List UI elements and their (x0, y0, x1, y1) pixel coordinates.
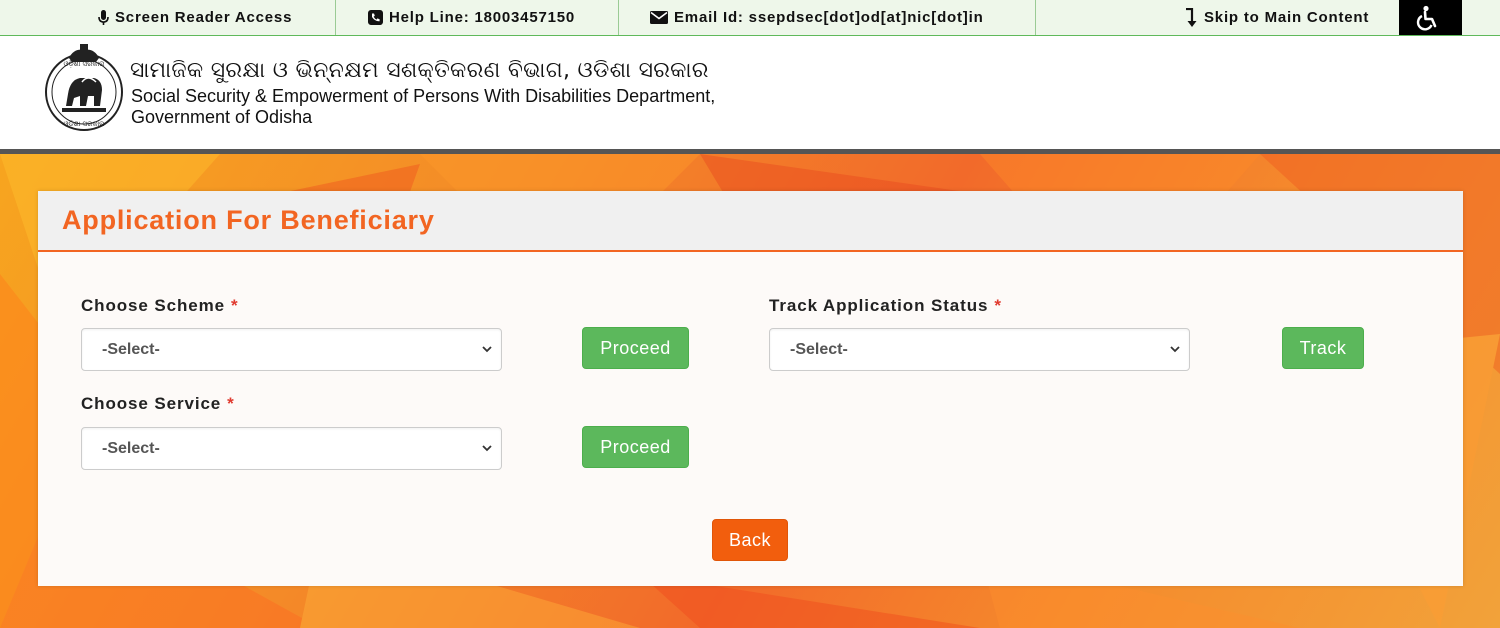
back-button[interactable]: Back (712, 519, 788, 561)
service-select[interactable]: -Select- (81, 427, 502, 470)
envelope-icon (650, 11, 668, 24)
down-arrow-icon (1186, 7, 1197, 27)
site-header: ଓଡ଼ିଶା ସରକାର ଓଡ଼ିଶା ସରକାର ସାମାଜିକ ସୁରକ୍ଷ… (0, 36, 1500, 150)
service-select-value: -Select- (102, 439, 160, 457)
track-status-select[interactable]: -Select- (769, 328, 1190, 371)
screen-reader-label: Screen Reader Access (115, 9, 293, 26)
choose-scheme-label: Choose Scheme * (81, 296, 239, 315)
odisha-emblem-logo: ଓଡ଼ିଶା ସରକାର ଓଡ଼ିଶା ସରକାର (44, 44, 124, 134)
emblem-top-text: ଓଡ଼ିଶା ସରକାର (64, 60, 106, 68)
department-title-english: Social Security & Empowerment of Persons… (131, 86, 716, 106)
helpline-label: Help Line: 18003457150 (389, 9, 576, 26)
page-title: Application For Beneficiary (62, 205, 435, 235)
wheelchair-icon (1416, 5, 1436, 30)
email-link[interactable]: Email Id: ssepdsec[dot]od[at]nic[dot]in (650, 0, 984, 35)
screen-reader-link[interactable]: Screen Reader Access (98, 0, 292, 35)
scheme-proceed-button[interactable]: Proceed (582, 327, 689, 369)
helpline-link[interactable]: Help Line: 18003457150 (368, 0, 575, 35)
choose-service-label: Choose Service * (81, 394, 235, 413)
phone-icon (368, 10, 383, 25)
skip-to-main-link[interactable]: Skip to Main Content (1184, 0, 1369, 35)
divider (335, 0, 336, 35)
chevron-down-icon (482, 445, 492, 452)
microphone-icon (98, 9, 109, 25)
divider (1035, 0, 1036, 35)
department-title-odia: ସାମାଜିକ ସୁରକ୍ଷା ଓ ଭିନ୍ନକ୍ଷମ ସଶକ୍ତିକରଣ ବି… (130, 58, 709, 83)
panel-header: Application For Beneficiary (38, 191, 1463, 252)
government-title: Government of Odisha (131, 107, 313, 127)
required-asterisk: * (227, 394, 235, 413)
chevron-down-icon (482, 346, 492, 353)
top-utility-bar: Screen Reader Access Help Line: 18003457… (0, 0, 1500, 36)
scheme-select-value: -Select- (102, 340, 160, 358)
track-button[interactable]: Track (1282, 327, 1364, 369)
application-panel: Application For Beneficiary Choose Schem… (38, 191, 1463, 586)
service-proceed-button[interactable]: Proceed (582, 426, 689, 468)
scheme-select[interactable]: -Select- (81, 328, 502, 371)
required-asterisk: * (994, 296, 1002, 315)
track-status-label: Track Application Status * (769, 296, 1002, 315)
emblem-bottom-text: ଓଡ଼ିଶା ସରକାର (64, 120, 106, 128)
skip-label: Skip to Main Content (1204, 9, 1370, 26)
accessibility-button[interactable] (1399, 0, 1462, 35)
chevron-down-icon (1170, 346, 1180, 353)
email-label: Email Id: ssepdsec[dot]od[at]nic[dot]in (674, 9, 984, 26)
required-asterisk: * (230, 296, 239, 315)
divider (618, 0, 619, 35)
track-status-select-value: -Select- (790, 340, 848, 358)
